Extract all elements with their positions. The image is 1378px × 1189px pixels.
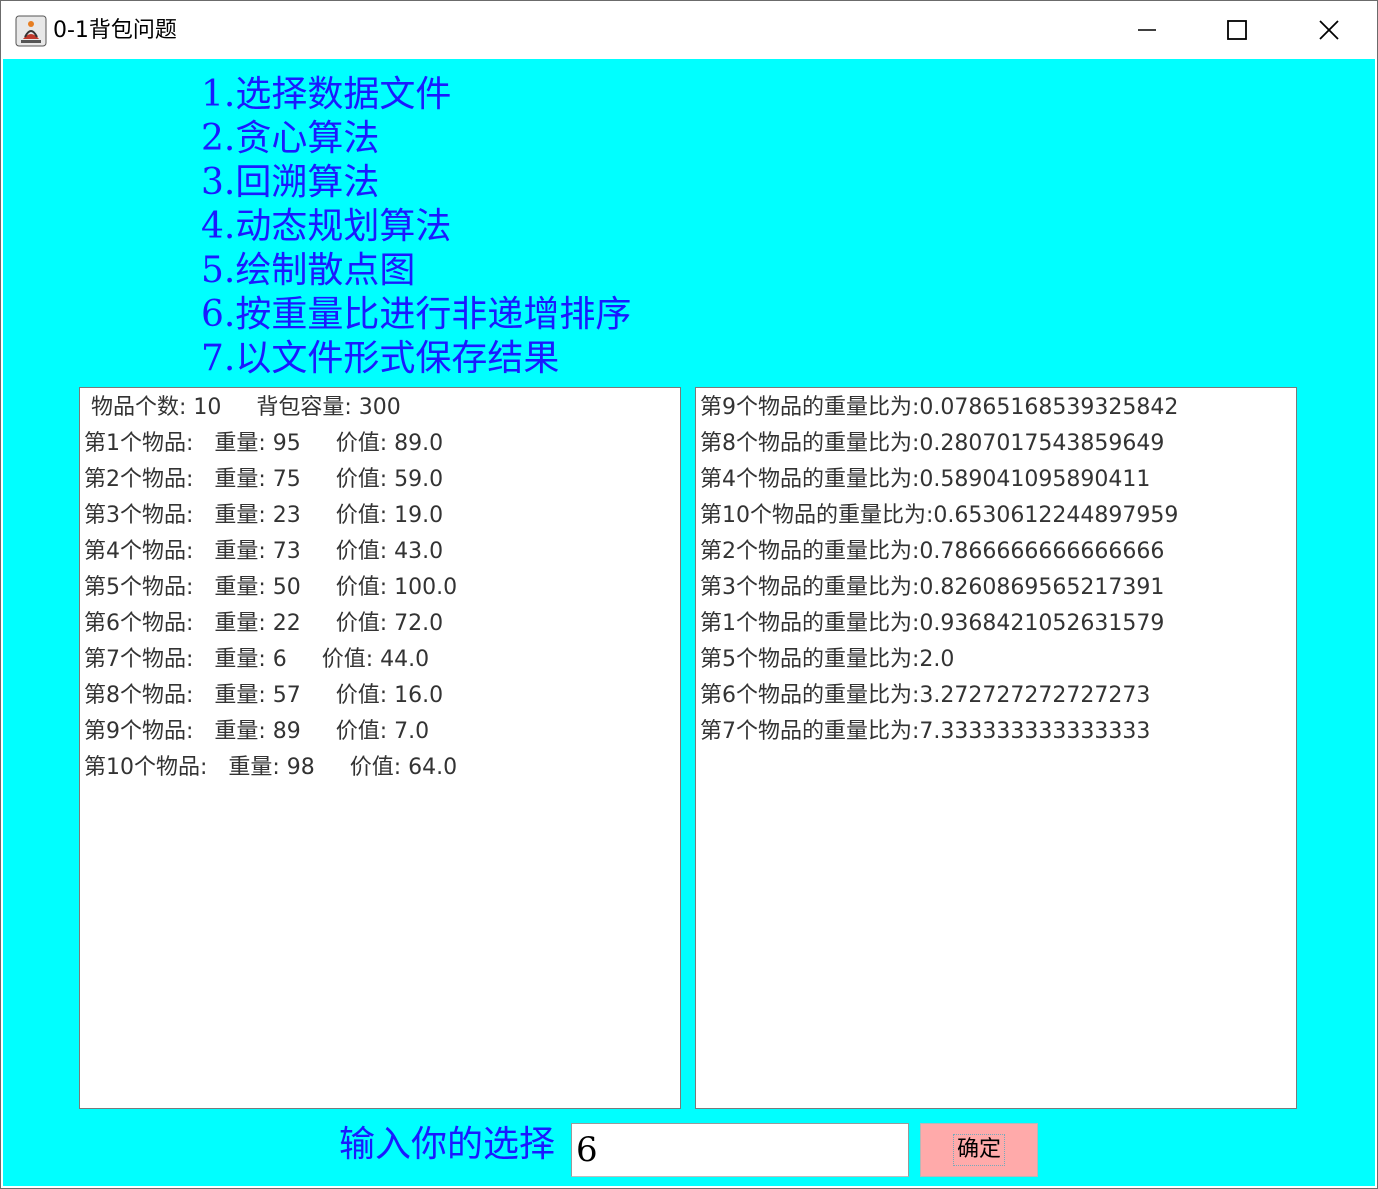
item-line: 第6个物品: 重量: 22 价值: 72.0 [84, 611, 444, 636]
item-line: 第2个物品: 重量: 75 价值: 59.0 [84, 467, 444, 492]
ratio-line: 第2个物品的重量比为:0.7866666666666666 [700, 539, 1165, 564]
ratio-line: 第7个物品的重量比为:7.333333333333333 [700, 719, 1151, 744]
item-data-textarea[interactable]: 物品个数: 10 背包容量: 300 第1个物品: 重量: 95 价值: 89.… [79, 387, 681, 1109]
ratio-line: 第8个物品的重量比为:0.2807017543859649 [700, 431, 1165, 456]
item-line: 第10个物品: 重量: 98 价值: 64.0 [84, 755, 458, 780]
menu-option-3: 3.回溯算法 [201, 162, 380, 203]
item-line: 第3个物品: 重量: 23 价值: 19.0 [84, 503, 444, 528]
client-area: 1.选择数据文件 2.贪心算法 3.回溯算法 4.动态规划算法 5.绘制散点图 … [3, 59, 1375, 1186]
item-line: 第4个物品: 重量: 73 价值: 43.0 [84, 539, 444, 564]
ratio-line: 第10个物品的重量比为:0.6530612244897959 [700, 503, 1179, 528]
ratio-line: 第3个物品的重量比为:0.8260869565217391 [700, 575, 1165, 600]
menu-option-6: 6.按重量比进行非递增排序 [201, 294, 632, 335]
menu-option-1: 1.选择数据文件 [201, 74, 452, 115]
maximize-button[interactable] [1191, 1, 1283, 59]
ratio-line: 第1个物品的重量比为:0.9368421052631579 [700, 611, 1165, 636]
item-line: 第9个物品: 重量: 89 价值: 7.0 [84, 719, 430, 744]
close-button[interactable] [1283, 1, 1375, 59]
menu-option-2: 2.贪心算法 [201, 118, 380, 159]
item-line: 第5个物品: 重量: 50 价值: 100.0 [84, 575, 458, 600]
ratio-line: 第4个物品的重量比为:0.589041095890411 [700, 467, 1151, 492]
close-icon [1319, 20, 1339, 40]
ratio-line: 第9个物品的重量比为:0.07865168539325842 [700, 395, 1179, 420]
maximize-icon [1227, 20, 1247, 40]
item-line: 第8个物品: 重量: 57 价值: 16.0 [84, 683, 444, 708]
ratio-line: 第5个物品的重量比为:2.0 [700, 647, 955, 672]
choice-prompt-label: 输入你的选择 [339, 1124, 556, 1165]
minimize-button[interactable] [1101, 1, 1193, 59]
confirm-button[interactable]: 确定 [920, 1123, 1038, 1177]
item-line: 第7个物品: 重量: 6 价值: 44.0 [84, 647, 430, 672]
menu-option-4: 4.动态规划算法 [201, 206, 452, 247]
confirm-button-label: 确定 [952, 1134, 1005, 1166]
choice-input[interactable] [571, 1123, 909, 1177]
title-bar[interactable]: 0-1背包问题 [1, 1, 1377, 59]
menu-option-7: 7.以文件形式保存结果 [201, 338, 560, 379]
item-line: 第1个物品: 重量: 95 价值: 89.0 [84, 431, 444, 456]
app-window: 0-1背包问题 1.选择数据文件 2.贪心算法 3.回溯算法 4.动态规划算法 … [0, 0, 1378, 1189]
minimize-icon [1138, 29, 1156, 31]
java-app-icon [15, 15, 47, 47]
ratio-line: 第6个物品的重量比为:3.272727272727273 [700, 683, 1151, 708]
summary-line: 物品个数: 10 背包容量: 300 [84, 395, 401, 420]
window-title: 0-1背包问题 [53, 18, 177, 43]
result-textarea[interactable]: 第9个物品的重量比为:0.07865168539325842 第8个物品的重量比… [695, 387, 1297, 1109]
menu-option-5: 5.绘制散点图 [201, 250, 416, 291]
